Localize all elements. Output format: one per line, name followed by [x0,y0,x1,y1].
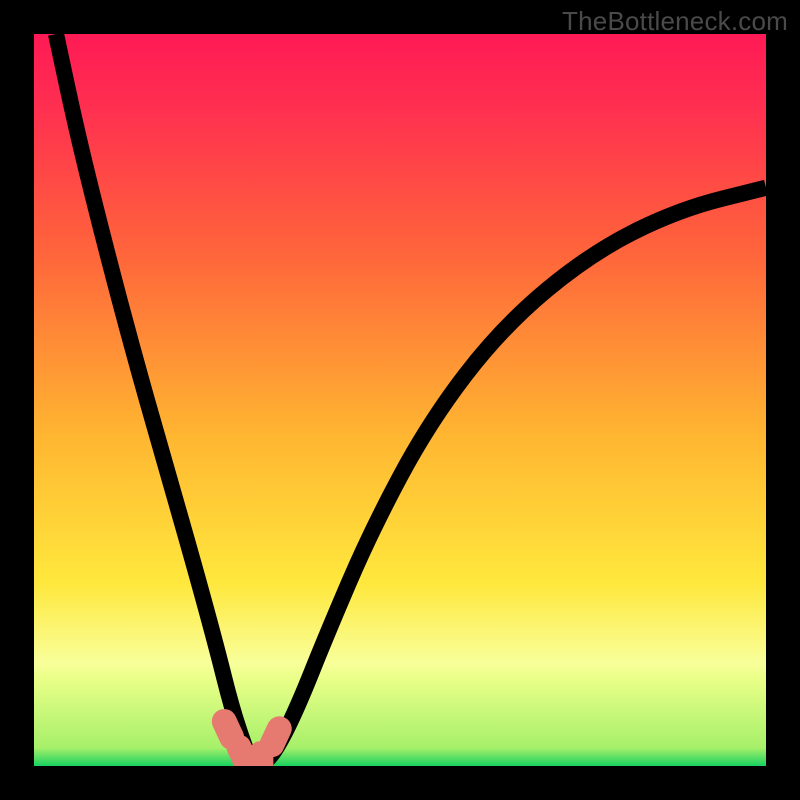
plot-area [34,34,766,766]
watermark-text: TheBottleneck.com [562,6,788,37]
bottleneck-curve-svg [34,34,766,766]
chart-frame: TheBottleneck.com [0,0,800,800]
trough-marker [260,717,291,756]
bottleneck-curve [56,34,766,766]
